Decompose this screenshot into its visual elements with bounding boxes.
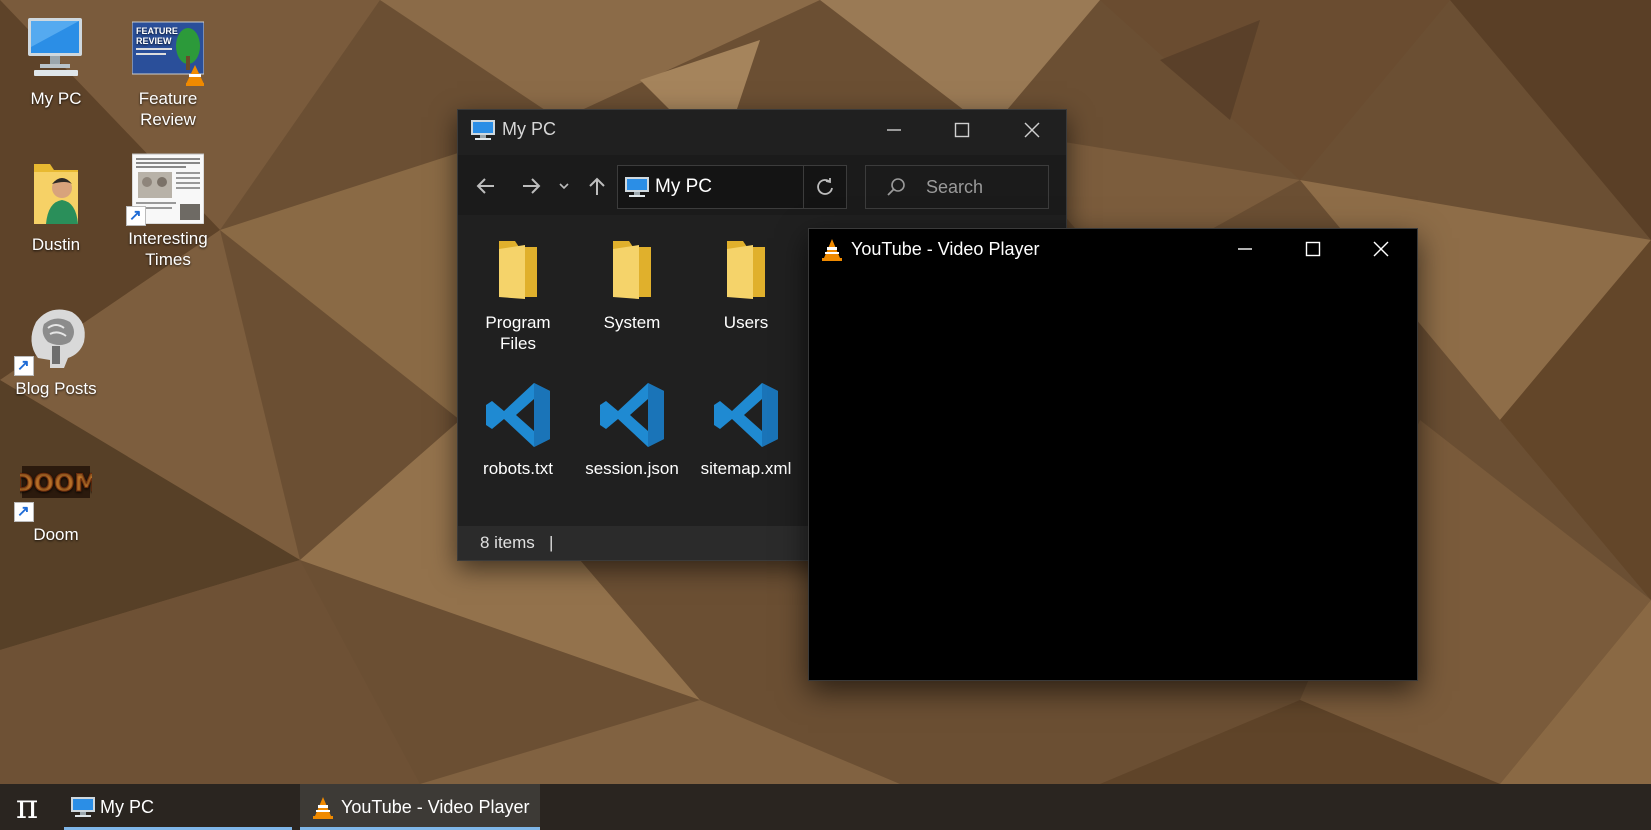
file-name: robots.txt bbox=[483, 459, 553, 478]
user-folder-icon bbox=[20, 158, 92, 230]
desktop-icon-blog-posts[interactable]: Blog Posts bbox=[0, 302, 112, 399]
search-icon bbox=[886, 177, 906, 202]
file-name: session.json bbox=[585, 459, 679, 478]
file-item-sitemap-xml[interactable]: sitemap.xml bbox=[692, 378, 800, 479]
desktop-icon-label: Dustin bbox=[31, 235, 81, 254]
taskbar-item-label: YouTube - Video Player bbox=[341, 797, 530, 817]
desktop-icon-label: Feature Review bbox=[138, 89, 198, 129]
video-player-window[interactable]: YouTube - Video Player bbox=[808, 228, 1418, 681]
desktop-icon-doom[interactable]: DOOM Doom bbox=[0, 448, 112, 545]
desktop-icon-label: Interesting Times bbox=[128, 229, 208, 269]
folder-icon bbox=[578, 232, 686, 306]
minimize-icon bbox=[1238, 248, 1252, 250]
video-thumbnail-icon: FEATURE REVIEW bbox=[131, 12, 205, 86]
file-item-robots-txt[interactable]: robots.txt bbox=[464, 378, 572, 479]
vscode-icon bbox=[578, 378, 686, 452]
forward-button[interactable] bbox=[514, 169, 548, 203]
item-count: 8 items bbox=[480, 533, 535, 552]
desktop-icon-dustin[interactable]: Dustin bbox=[0, 158, 112, 255]
maximize-button[interactable] bbox=[928, 110, 996, 150]
file-item-program-files[interactable]: Program Files bbox=[464, 232, 572, 354]
vlc-cone-icon bbox=[186, 65, 204, 86]
folder-icon bbox=[692, 232, 800, 306]
back-button[interactable] bbox=[469, 169, 503, 203]
taskbar-item-label: My PC bbox=[100, 797, 154, 817]
computer-icon bbox=[70, 796, 96, 823]
arrow-left-icon bbox=[476, 178, 494, 194]
computer-icon bbox=[624, 176, 650, 204]
refresh-icon bbox=[817, 178, 833, 195]
thumb-feature-text: FEATURE bbox=[136, 26, 178, 36]
address-text: My PC bbox=[655, 176, 712, 197]
arrow-right-icon bbox=[523, 178, 541, 194]
address-bar[interactable]: My PC bbox=[617, 165, 847, 209]
desktop-icon-label: Blog Posts bbox=[15, 379, 97, 398]
shortcut-arrow-icon bbox=[126, 205, 146, 226]
document-thumbnail-icon bbox=[126, 152, 205, 226]
window-title: My PC bbox=[502, 119, 556, 139]
vscode-icon bbox=[692, 378, 800, 452]
desktop-icon-label: Doom bbox=[33, 525, 79, 544]
shortcut-arrow-icon bbox=[14, 355, 34, 376]
window-title: YouTube - Video Player bbox=[851, 239, 1040, 259]
up-button[interactable] bbox=[580, 169, 614, 203]
refresh-button[interactable] bbox=[803, 166, 846, 208]
file-name: System bbox=[603, 313, 661, 332]
doom-logo-icon: DOOM bbox=[13, 448, 99, 522]
chevron-down-icon bbox=[559, 183, 569, 190]
recent-locations-button[interactable] bbox=[552, 169, 576, 203]
taskbar-item-video-player[interactable]: YouTube - Video Player bbox=[300, 784, 540, 830]
maximize-icon bbox=[1305, 241, 1321, 257]
status-separator: | bbox=[549, 533, 554, 552]
start-button[interactable]: π bbox=[0, 784, 54, 830]
file-item-users[interactable]: Users bbox=[692, 232, 800, 333]
explorer-titlebar[interactable]: My PC bbox=[458, 110, 1066, 150]
vscode-icon bbox=[464, 378, 572, 452]
search-box[interactable] bbox=[865, 165, 1049, 209]
file-name: sitemap.xml bbox=[700, 459, 792, 478]
brain-scan-icon bbox=[14, 302, 92, 376]
close-button[interactable] bbox=[1347, 229, 1415, 269]
close-icon bbox=[1373, 241, 1389, 257]
file-item-system[interactable]: System bbox=[578, 232, 686, 333]
maximize-icon bbox=[954, 122, 970, 138]
desktop-icon-feature-review[interactable]: FEATURE REVIEW Feature Review bbox=[112, 12, 224, 130]
video-area[interactable] bbox=[809, 269, 1417, 680]
explorer-navigation-bar: My PC bbox=[458, 155, 1066, 215]
vlc-cone-icon bbox=[312, 796, 334, 825]
folder-icon bbox=[464, 232, 572, 306]
desktop-icon-my-pc[interactable]: My PC bbox=[0, 12, 112, 109]
computer-icon bbox=[20, 12, 92, 84]
computer-icon bbox=[470, 119, 496, 146]
arrow-up-icon bbox=[589, 177, 605, 195]
desktop-icon-interesting-times[interactable]: Interesting Times bbox=[112, 152, 224, 270]
thumb-review-text: REVIEW bbox=[136, 36, 172, 46]
file-name: Program Files bbox=[485, 313, 551, 353]
file-name: Users bbox=[723, 313, 769, 332]
desktop-icon-label: My PC bbox=[30, 89, 82, 108]
taskbar-item-my-pc[interactable]: My PC bbox=[64, 784, 292, 830]
minimize-button[interactable] bbox=[1211, 229, 1279, 269]
search-input[interactable] bbox=[924, 174, 1046, 200]
file-item-session-json[interactable]: session.json bbox=[578, 378, 686, 479]
shortcut-arrow-icon bbox=[14, 501, 34, 522]
maximize-button[interactable] bbox=[1279, 229, 1347, 269]
doom-logo-text: DOOM bbox=[20, 469, 92, 497]
close-icon bbox=[1024, 122, 1040, 138]
minimize-icon bbox=[887, 129, 901, 131]
taskbar: π My PC YouTube - Video Player bbox=[0, 784, 1651, 830]
vlc-cone-icon bbox=[821, 238, 843, 267]
minimize-button[interactable] bbox=[860, 110, 928, 150]
close-button[interactable] bbox=[998, 110, 1066, 150]
video-player-titlebar[interactable]: YouTube - Video Player bbox=[809, 229, 1417, 269]
